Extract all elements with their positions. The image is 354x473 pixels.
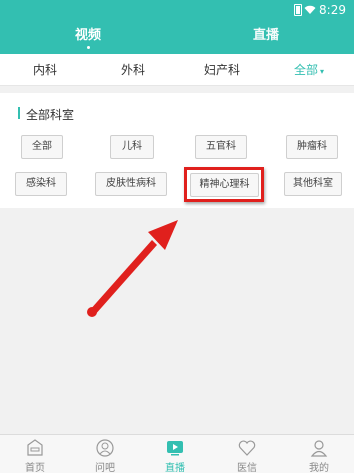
nav-ask[interactable]: 问吧 [70, 435, 140, 473]
nav-home[interactable]: 首页 [0, 435, 70, 473]
nav-mine-label: 我的 [309, 463, 329, 473]
user-icon [310, 440, 328, 457]
play-icon [167, 441, 183, 456]
nav-live-label: 直播 [165, 463, 185, 473]
nav-home-label: 首页 [25, 463, 45, 473]
bottom-nav: 首页 问吧 直播 医信 我的 [0, 434, 354, 473]
nav-mine[interactable]: 我的 [284, 435, 354, 473]
nav-ask-label: 问吧 [95, 463, 115, 473]
nav-message[interactable]: 医信 [212, 435, 282, 473]
heart-icon [238, 440, 256, 456]
home-icon [27, 439, 43, 456]
red-arrow-annotation [87, 220, 178, 317]
nav-live[interactable]: 直播 [140, 435, 210, 473]
nav-message-label: 医信 [237, 463, 257, 473]
doctor-icon [96, 439, 114, 457]
